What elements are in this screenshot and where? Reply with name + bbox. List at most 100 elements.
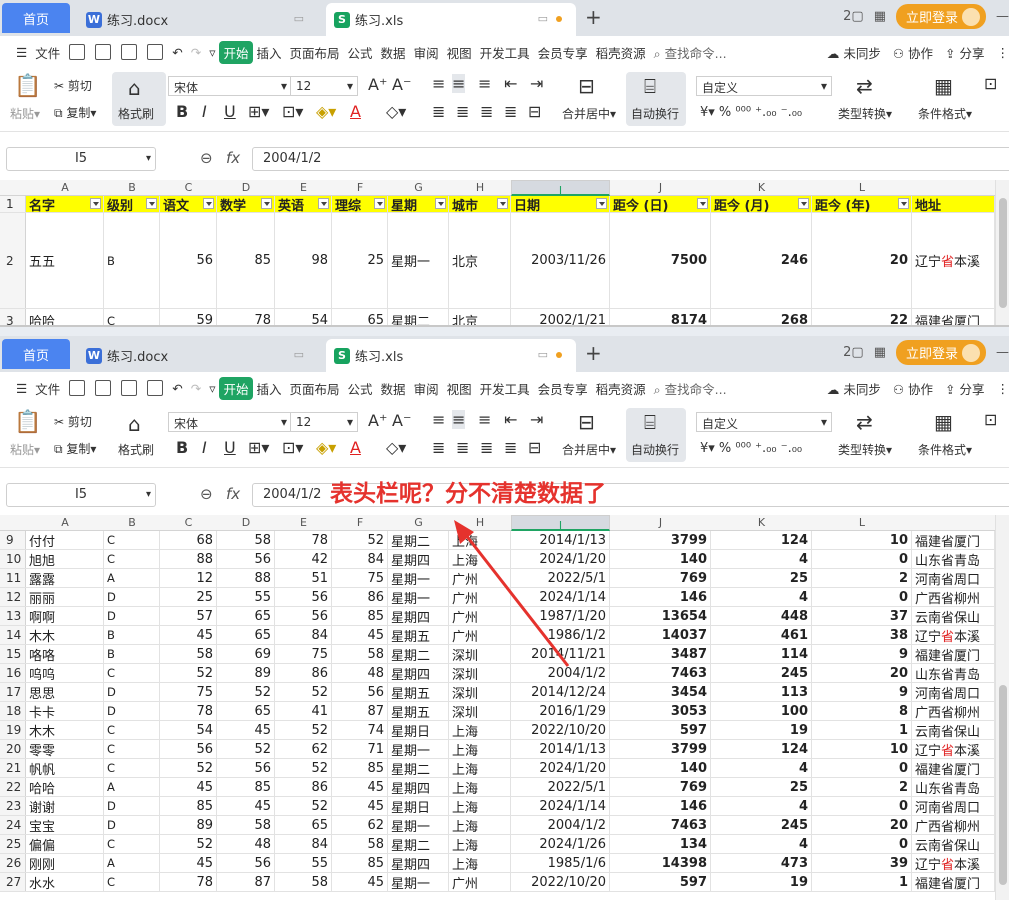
menu-view[interactable]: 视图 bbox=[443, 379, 476, 398]
menu-docer[interactable]: 稻壳资源 bbox=[592, 43, 650, 62]
command-search[interactable]: ⌕ 查找命令... bbox=[650, 43, 731, 62]
table-cell[interactable]: 上海 bbox=[449, 797, 511, 815]
table-cell[interactable]: 134 bbox=[610, 835, 711, 853]
indent-increase-icon[interactable]: ⇥ bbox=[530, 74, 543, 93]
table-cell[interactable]: D bbox=[104, 683, 160, 701]
increase-font-icon[interactable]: A⁺ bbox=[368, 411, 387, 430]
address-cell[interactable]: 山东省青岛 bbox=[912, 664, 995, 682]
table-cell[interactable]: 58 bbox=[332, 835, 388, 853]
address-cell[interactable]: 广西省柳州 bbox=[912, 816, 995, 834]
justify-icon[interactable]: ≣ bbox=[504, 102, 517, 121]
table-cell[interactable]: 58 bbox=[160, 645, 217, 663]
menu-docer[interactable]: 稻壳资源 bbox=[592, 379, 650, 398]
menu-icon[interactable]: ☰ bbox=[12, 381, 31, 396]
table-cell[interactable]: 68 bbox=[160, 531, 217, 549]
table-cell[interactable]: 89 bbox=[160, 816, 217, 834]
table-cell[interactable]: 2014/12/24 bbox=[511, 683, 610, 701]
table-cell[interactable]: 65 bbox=[275, 816, 332, 834]
column-header-e[interactable]: E bbox=[275, 515, 332, 531]
table-cell[interactable]: B bbox=[104, 626, 160, 644]
table-style-icon[interactable]: ⊡ bbox=[984, 74, 997, 93]
paste-icon[interactable]: 📋 bbox=[14, 74, 41, 99]
table-cell[interactable]: 85 bbox=[332, 607, 388, 625]
table-cell[interactable]: 45 bbox=[332, 778, 388, 796]
table-cell[interactable]: 56 bbox=[217, 854, 275, 872]
column-header-e[interactable]: E bbox=[275, 180, 332, 196]
chevron-down-icon[interactable]: ▿ bbox=[205, 381, 219, 396]
font-color-icon[interactable]: A bbox=[350, 438, 361, 457]
table-cell[interactable]: 8174 bbox=[610, 309, 711, 325]
row-number[interactable]: 13 bbox=[0, 607, 26, 625]
table-cell[interactable]: D bbox=[104, 702, 160, 720]
fill-color-icon[interactable]: ◈▾ bbox=[316, 102, 336, 121]
font-select[interactable]: 宋体 ▾ bbox=[168, 412, 292, 432]
layout-icon[interactable]: 2▢ bbox=[843, 345, 864, 360]
tab-monitor-icon[interactable]: ▭ bbox=[294, 12, 304, 25]
row-number[interactable]: 3 bbox=[0, 309, 26, 325]
table-cell[interactable]: 五五 bbox=[26, 213, 104, 308]
table-cell[interactable]: 9 bbox=[812, 683, 912, 701]
table-cell[interactable]: 0 bbox=[812, 759, 912, 777]
address-cell[interactable]: 福建省厦门 bbox=[912, 309, 995, 325]
address-cell[interactable]: 辽宁省本溪 bbox=[912, 626, 995, 644]
table-cell[interactable]: 113 bbox=[711, 683, 812, 701]
tab-monitor-icon[interactable]: ▭ bbox=[538, 348, 562, 361]
column-header-a[interactable]: A bbox=[26, 180, 104, 196]
merge-button[interactable]: 合并居中▾ bbox=[562, 105, 616, 122]
table-cell[interactable]: 2003/11/26 bbox=[511, 213, 610, 308]
table-cell[interactable]: 4 bbox=[711, 797, 812, 815]
table-cell[interactable]: 谢谢 bbox=[26, 797, 104, 815]
row-number[interactable]: 24 bbox=[0, 816, 26, 834]
column-header-g[interactable]: G bbox=[388, 180, 449, 196]
table-cell[interactable]: 114 bbox=[711, 645, 812, 663]
table-cell[interactable]: 星期二 bbox=[388, 835, 449, 853]
table-cell[interactable]: 星期五 bbox=[388, 683, 449, 701]
save-icon[interactable] bbox=[69, 44, 86, 60]
table-cell[interactable]: 25 bbox=[332, 213, 388, 308]
header-cell[interactable]: 名字 bbox=[26, 196, 104, 212]
table-cell[interactable]: 41 bbox=[275, 702, 332, 720]
table-cell[interactable]: 星期日 bbox=[388, 721, 449, 739]
column-header-i[interactable]: I bbox=[511, 180, 610, 197]
table-cell[interactable]: 146 bbox=[610, 588, 711, 606]
table-cell[interactable]: A bbox=[104, 778, 160, 796]
table-cell[interactable]: 星期日 bbox=[388, 797, 449, 815]
address-cell[interactable]: 辽宁省本溪 bbox=[912, 854, 995, 872]
table-cell[interactable]: 86 bbox=[275, 664, 332, 682]
table-cell[interactable]: 2002/1/21 bbox=[511, 309, 610, 325]
table-cell[interactable]: A bbox=[104, 569, 160, 587]
column-header-a[interactable]: A bbox=[26, 515, 104, 531]
table-cell[interactable]: 473 bbox=[711, 854, 812, 872]
table-cell[interactable]: 78 bbox=[275, 531, 332, 549]
paste-icon[interactable]: 📋 bbox=[14, 410, 41, 435]
column-header-h[interactable]: H bbox=[449, 180, 511, 196]
table-cell[interactable]: 84 bbox=[275, 626, 332, 644]
menu-review[interactable]: 审阅 bbox=[410, 43, 443, 62]
print-icon[interactable] bbox=[121, 44, 138, 60]
table-cell[interactable]: 87 bbox=[332, 702, 388, 720]
address-cell[interactable]: 山东省青岛 bbox=[912, 778, 995, 796]
save-icon[interactable] bbox=[69, 380, 86, 396]
table-cell[interactable]: A bbox=[104, 854, 160, 872]
table-cell[interactable]: 56 bbox=[217, 759, 275, 777]
address-cell[interactable]: 河南省周口 bbox=[912, 797, 995, 815]
menu-data[interactable]: 数据 bbox=[377, 379, 410, 398]
tab-doc[interactable]: W 练习.docx ▭ bbox=[78, 339, 318, 372]
table-cell[interactable]: 85 bbox=[332, 759, 388, 777]
table-cell[interactable]: 56 bbox=[160, 740, 217, 758]
table-cell[interactable]: 2 bbox=[812, 569, 912, 587]
cell-style-icon[interactable]: ⊡▾ bbox=[282, 438, 303, 457]
table-cell[interactable]: 偏偏 bbox=[26, 835, 104, 853]
table-cell[interactable]: B bbox=[104, 213, 160, 308]
address-cell[interactable]: 福建省厦门 bbox=[912, 531, 995, 549]
header-cell[interactable]: 语文 bbox=[160, 196, 217, 212]
table-cell[interactable]: 14037 bbox=[610, 626, 711, 644]
row-number[interactable]: 11 bbox=[0, 569, 26, 587]
table-cell[interactable]: 上海 bbox=[449, 740, 511, 758]
table-cell[interactable]: 广州 bbox=[449, 873, 511, 891]
clear-icon[interactable]: ◇▾ bbox=[386, 102, 406, 121]
table-cell[interactable]: 3487 bbox=[610, 645, 711, 663]
table-cell[interactable]: 87 bbox=[217, 873, 275, 891]
filter-dropdown-icon[interactable] bbox=[374, 198, 385, 209]
print-icon[interactable] bbox=[121, 380, 138, 396]
